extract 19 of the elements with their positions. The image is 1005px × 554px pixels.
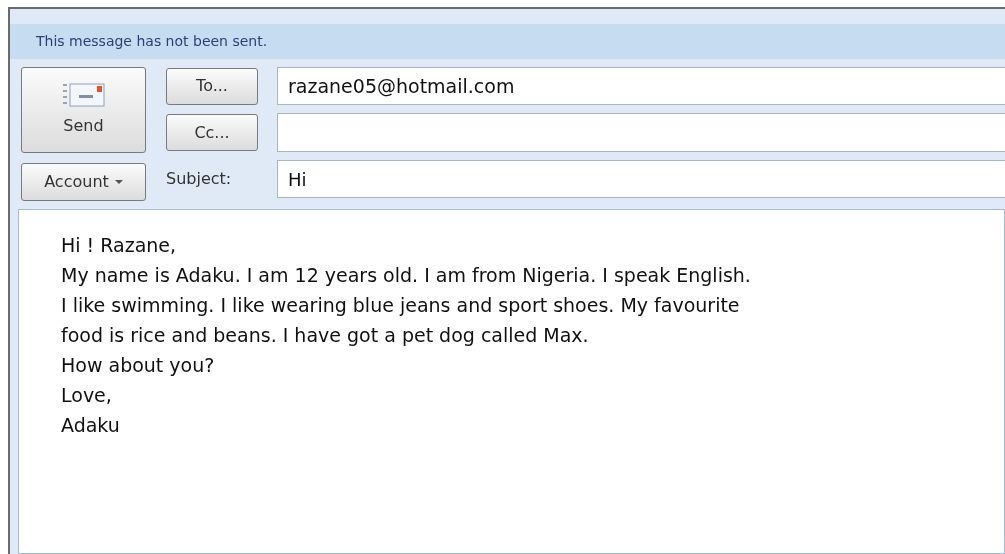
message-line: food is rice and beans. I have got a pet dog called Max.: [61, 323, 589, 348]
subject-field[interactable]: Hi: [277, 160, 1005, 198]
message-body-field[interactable]: [18, 209, 1005, 554]
subject-label: Subject:: [166, 168, 233, 190]
send-button[interactable]: Send: [21, 67, 146, 153]
envelope-icon: [61, 82, 106, 108]
message-line: My name is Adaku. I am 12 years old. I am from Nigeria. I speak English.: [61, 263, 751, 288]
to-field[interactable]: razane05@hotmail.com: [277, 67, 1005, 105]
message-line: I like swimming. I like wearing blue jeans and sport shoes. My favourite: [61, 293, 740, 318]
cc-button[interactable]: Cc...: [166, 114, 258, 151]
message-line: Love,: [61, 383, 112, 408]
account-button[interactable]: Account: [21, 163, 146, 201]
dropdown-caret-icon: [114, 180, 123, 184]
info-bar: This message has not been sent.: [10, 24, 1005, 59]
message-line: How about you?: [61, 353, 215, 378]
to-button[interactable]: To...: [166, 67, 258, 105]
cc-field[interactable]: [277, 113, 1005, 152]
message-line: Adaku: [61, 413, 120, 438]
message-line: Hi ! Razane,: [61, 233, 177, 258]
